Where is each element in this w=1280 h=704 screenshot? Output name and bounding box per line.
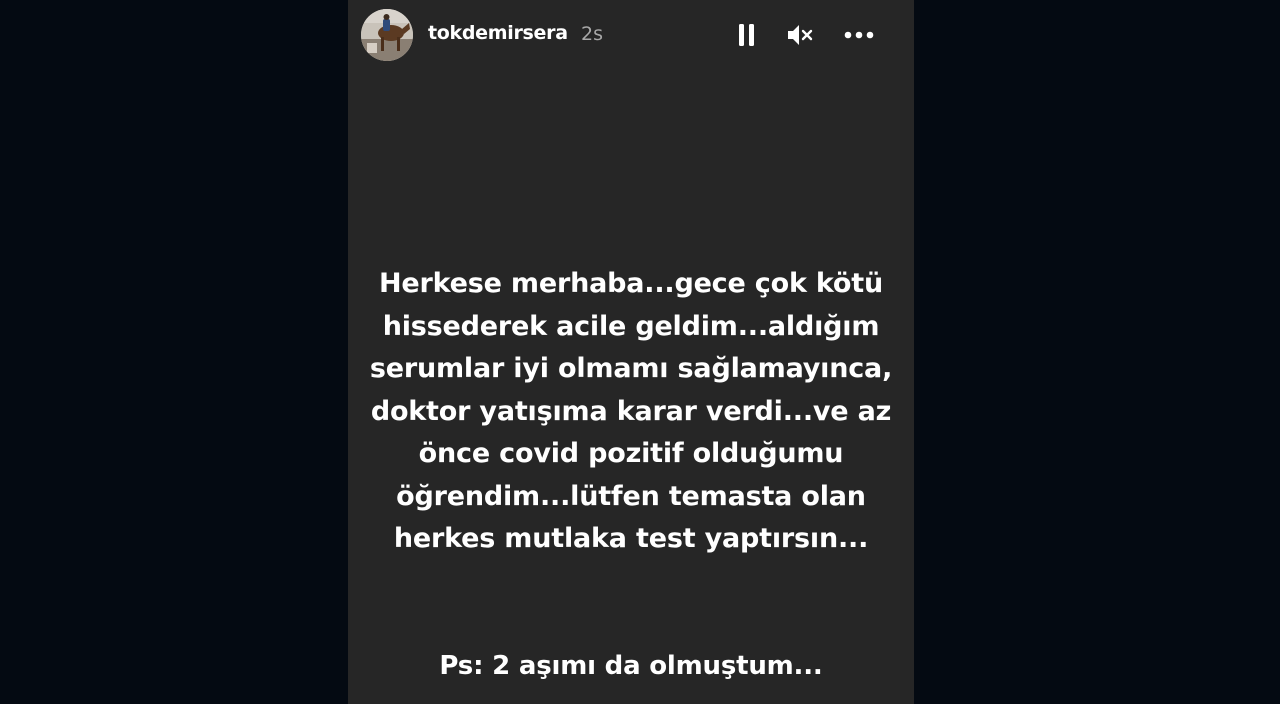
- username[interactable]: tokdemirsera: [428, 22, 568, 44]
- story-line: herkes mutlaka test yaptırsın...: [393, 523, 869, 554]
- story-line: hissederek acile geldim...aldığım: [382, 310, 880, 342]
- story-postscript: Ps: 2 aşımı da olmuştum...: [439, 651, 823, 681]
- pause-button[interactable]: [730, 18, 764, 52]
- story-header: tokdemirsera 2s: [348, 0, 914, 70]
- avatar[interactable]: [361, 9, 413, 61]
- speaker-muted-icon: [788, 25, 813, 45]
- more-horizontal-icon: [844, 31, 874, 39]
- story-line: önce covid pozitif olduğumu: [418, 438, 844, 469]
- story-message: Herkese merhaba...gece çok kötü hisseder…: [348, 263, 914, 561]
- story-line: serumlar iyi olmamı sağlamayınca,: [369, 353, 893, 384]
- page-backdrop: tokdemirsera 2s Herkese merhaba...gece ç…: [0, 0, 1280, 704]
- story-timestamp: 2s: [581, 23, 603, 45]
- more-options-button[interactable]: [842, 18, 876, 52]
- mute-button[interactable]: [783, 18, 817, 52]
- story-line: öğrendim...lütfen temasta olan: [396, 480, 866, 512]
- avatar-image: [361, 9, 413, 61]
- pause-icon: [739, 24, 754, 46]
- story-viewer[interactable]: tokdemirsera 2s Herkese merhaba...gece ç…: [348, 0, 914, 704]
- story-line: doktor yatışıma karar verdi...ve az: [370, 395, 892, 427]
- story-line: Herkese merhaba...gece çok kötü: [378, 268, 884, 299]
